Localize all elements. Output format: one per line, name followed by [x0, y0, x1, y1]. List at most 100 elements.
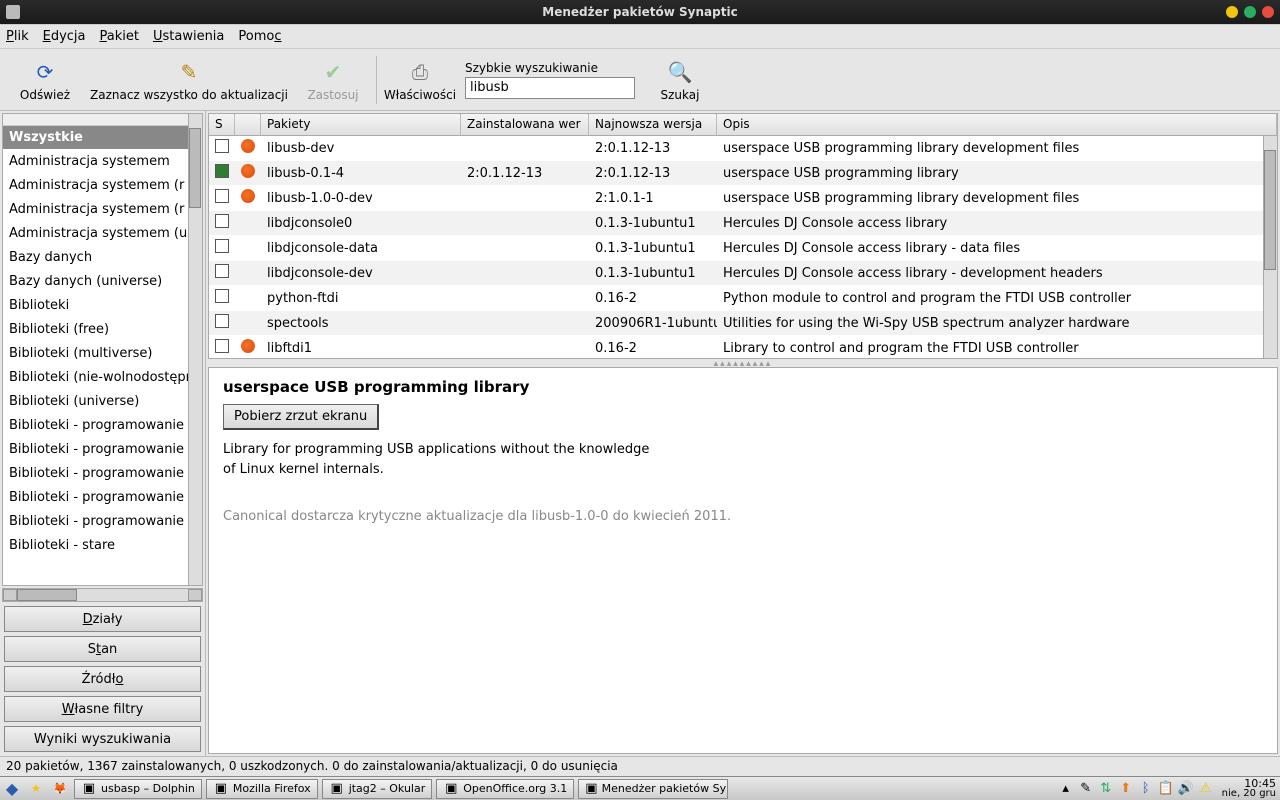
sections-button[interactable]: Działy: [4, 606, 201, 632]
category-item[interactable]: Biblioteki - programowanie: [3, 462, 202, 486]
pkg-installed: 2:0.1.12-13: [461, 166, 589, 181]
star-icon[interactable]: ★: [24, 778, 48, 800]
taskbar-item[interactable]: ▣Menedżer pakietów Syn: [578, 779, 728, 799]
pkg-desc: userspace USB programming library: [717, 166, 1277, 181]
package-row[interactable]: libdjconsole-data0.1.3-1ubuntu1Hercules …: [209, 236, 1277, 261]
pkg-desc: Hercules DJ Console access library - dat…: [717, 241, 1277, 256]
task-app-icon: ▣: [329, 781, 345, 797]
maximize-button[interactable]: [1244, 6, 1256, 18]
minimize-button[interactable]: [1226, 6, 1238, 18]
col-icon[interactable]: [235, 114, 261, 135]
col-status[interactable]: S: [209, 114, 235, 135]
package-row[interactable]: libusb-dev2:0.1.12-13userspace USB progr…: [209, 136, 1277, 161]
tray-network-icon[interactable]: ⇅: [1098, 781, 1114, 797]
category-item[interactable]: Administracja systemem (u: [3, 222, 202, 246]
tray-volume-icon[interactable]: 🔊: [1178, 781, 1194, 797]
category-item[interactable]: Biblioteki - programowanie: [3, 438, 202, 462]
package-row[interactable]: spectools200906R1-1ubuntuUtilities for u…: [209, 311, 1277, 336]
category-item[interactable]: Biblioteki - programowanie: [3, 486, 202, 510]
status-button[interactable]: Stan: [4, 636, 201, 662]
package-row[interactable]: libdjconsole-dev0.1.3-1ubuntu1Hercules D…: [209, 261, 1277, 286]
taskbar-item[interactable]: ▣OpenOffice.org 3.1: [436, 779, 574, 799]
menu-edit[interactable]: Edycja: [43, 29, 86, 44]
category-item[interactable]: Biblioteki: [3, 294, 202, 318]
properties-button[interactable]: ⎙ Właściwości: [381, 51, 459, 109]
category-item[interactable]: Bazy danych: [3, 246, 202, 270]
package-row[interactable]: python-ftdi0.16-2Python module to contro…: [209, 286, 1277, 311]
category-item[interactable]: Administracja systemem (r: [3, 198, 202, 222]
search-button[interactable]: 🔍 Szukaj: [641, 51, 719, 109]
screenshot-button[interactable]: Pobierz zrzut ekranu: [223, 404, 379, 430]
status-checkbox[interactable]: [215, 314, 229, 328]
origin-button[interactable]: Źródło: [4, 666, 201, 692]
category-item[interactable]: Administracja systemem (r: [3, 174, 202, 198]
splitter-handle[interactable]: ▴▴▴▴▴▴▴▴▴: [206, 359, 1280, 367]
sidebar-hscrollbar[interactable]: [2, 588, 203, 602]
menu-file[interactable]: Plik: [6, 29, 29, 44]
menu-package[interactable]: Pakiet: [100, 29, 139, 44]
tray-updates-icon[interactable]: ⬆: [1118, 781, 1134, 797]
package-row[interactable]: libusb-0.1-42:0.1.12-132:0.1.12-13usersp…: [209, 161, 1277, 186]
category-item[interactable]: Biblioteki - programowanie: [3, 510, 202, 534]
custom-filters-button[interactable]: Własne filtry: [4, 696, 201, 722]
task-app-icon: ▣: [81, 781, 97, 797]
taskbar-item[interactable]: ▣usbasp – Dolphin: [74, 779, 202, 799]
category-item[interactable]: Biblioteki - programowanie: [3, 414, 202, 438]
col-package[interactable]: Pakiety: [261, 114, 461, 135]
col-installed[interactable]: Zainstalowana wer: [461, 114, 589, 135]
status-checkbox[interactable]: [215, 289, 229, 303]
tray-info-icon[interactable]: ⚠: [1198, 781, 1214, 797]
taskbar-clock[interactable]: 10:45 nie, 20 gru: [1218, 778, 1280, 799]
category-item[interactable]: Bazy danych (universe): [3, 270, 202, 294]
ubuntu-icon: [241, 339, 255, 353]
tray-clipboard-icon[interactable]: 📋: [1158, 781, 1174, 797]
status-checkbox[interactable]: [215, 139, 229, 153]
task-app-icon: ▣: [585, 781, 597, 797]
pkg-newest: 0.1.3-1ubuntu1: [589, 216, 717, 231]
category-item[interactable]: Wszystkie: [3, 126, 202, 150]
titlebar: Menedżer pakietów Synaptic: [0, 0, 1280, 24]
quick-search-input[interactable]: [465, 77, 635, 99]
status-checkbox[interactable]: [215, 189, 229, 203]
category-item[interactable]: Biblioteki (free): [3, 318, 202, 342]
menu-settings[interactable]: Ustawienia: [153, 29, 224, 44]
tray-up-icon[interactable]: ▴: [1058, 781, 1074, 797]
pkg-name: libusb-0.1-4: [261, 166, 461, 181]
status-checkbox[interactable]: [215, 164, 229, 178]
table-scrollbar[interactable]: [1263, 136, 1277, 358]
status-checkbox[interactable]: [215, 264, 229, 278]
package-row[interactable]: libftdi10.16-2Library to control and pro…: [209, 336, 1277, 358]
status-checkbox[interactable]: [215, 214, 229, 228]
col-description[interactable]: Opis: [717, 114, 1277, 135]
taskbar-item[interactable]: ▣jtag2 – Okular: [322, 779, 433, 799]
detail-title: userspace USB programming library: [223, 378, 1263, 396]
kde-menu-button[interactable]: ◆: [0, 778, 24, 800]
category-item[interactable]: Biblioteki - stare: [3, 534, 202, 558]
category-item[interactable]: Administracja systemem: [3, 150, 202, 174]
close-button[interactable]: [1262, 6, 1274, 18]
detail-body-2: of Linux kernel internals.: [223, 460, 1263, 480]
package-row[interactable]: libusb-1.0-0-dev2:1.0.1-1userspace USB p…: [209, 186, 1277, 211]
sidebar: WszystkieAdministracja systememAdministr…: [0, 111, 206, 756]
firefox-launcher-icon[interactable]: 🦊: [48, 778, 72, 800]
tray-bluetooth-icon[interactable]: ᛒ: [1138, 781, 1154, 797]
status-checkbox[interactable]: [215, 239, 229, 253]
ubuntu-icon: [241, 139, 255, 153]
pkg-desc: Utilities for using the Wi-Spy USB spect…: [717, 316, 1277, 331]
status-checkbox[interactable]: [215, 339, 229, 353]
col-newest[interactable]: Najnowsza wersja: [589, 114, 717, 135]
sidebar-scrollbar[interactable]: [188, 114, 202, 585]
search-results-button[interactable]: Wyniki wyszukiwania: [4, 726, 201, 752]
refresh-button[interactable]: ⟳ Odśwież: [6, 51, 84, 109]
tray-notes-icon[interactable]: ✎: [1078, 781, 1094, 797]
category-item[interactable]: Biblioteki (nie-wolnodostępn: [3, 366, 202, 390]
menu-help[interactable]: Pomoc: [238, 29, 281, 44]
mark-all-button[interactable]: ✎ Zaznacz wszystko do aktualizacji: [84, 51, 294, 109]
package-row[interactable]: libdjconsole00.1.3-1ubuntu1Hercules DJ C…: [209, 211, 1277, 236]
category-item[interactable]: Biblioteki (multiverse): [3, 342, 202, 366]
pkg-name: libusb-1.0-0-dev: [261, 191, 461, 206]
category-list[interactable]: WszystkieAdministracja systememAdministr…: [2, 113, 203, 586]
taskbar-item[interactable]: ▣Mozilla Firefox: [206, 779, 318, 799]
system-tray: ▴ ✎ ⇅ ⬆ ᛒ 📋 🔊 ⚠: [1054, 781, 1218, 797]
category-item[interactable]: Biblioteki (universe): [3, 390, 202, 414]
